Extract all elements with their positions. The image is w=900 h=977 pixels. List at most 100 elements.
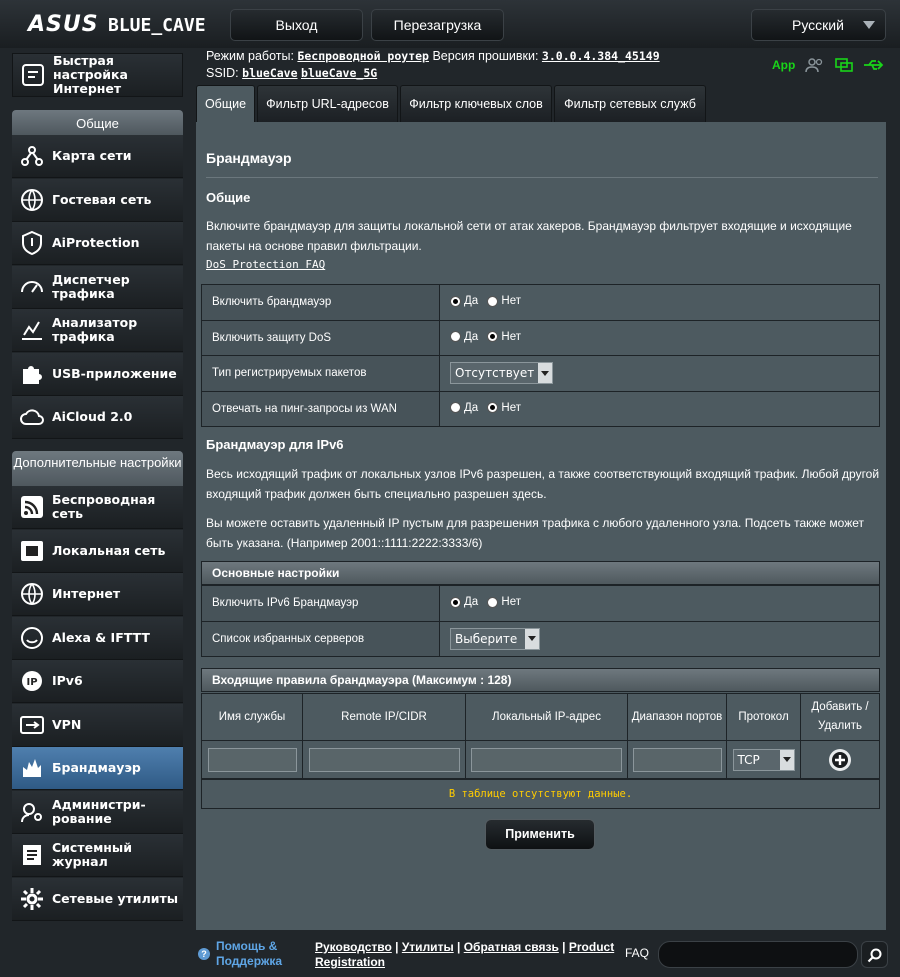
table-row: Тип регистрируемых пакетов Отсутствует bbox=[201, 355, 880, 392]
sidebar-item-firewall[interactable]: Брандмауэр bbox=[12, 747, 183, 790]
internet-status-icon[interactable] bbox=[835, 57, 854, 73]
remote-ip-input[interactable] bbox=[308, 747, 460, 772]
setting-label: Отвечать на пинг-запросы из WAN bbox=[201, 390, 440, 427]
firmware-link[interactable]: 3.0.0.4.384_45149 bbox=[542, 49, 660, 63]
ping-no-radio[interactable]: Нет bbox=[487, 402, 521, 414]
firewall-yes-radio[interactable]: Да bbox=[450, 295, 478, 307]
search-button[interactable] bbox=[861, 941, 888, 968]
status-icons: App bbox=[772, 56, 885, 74]
local-ip-input[interactable] bbox=[471, 747, 622, 772]
favorite-servers-select[interactable]: Выберите bbox=[450, 627, 540, 650]
mode-link[interactable]: Беспроводной роутер bbox=[297, 49, 429, 63]
dos-yes-radio[interactable]: Да bbox=[450, 331, 478, 343]
no-data-message: В таблице отсутствуют данные. bbox=[201, 779, 880, 809]
admin-icon bbox=[12, 790, 52, 833]
ipv6-settings-table: Включить IPv6 Брандмауэр Да Нет Список и… bbox=[201, 585, 880, 657]
sidebar-item-lan[interactable]: Локальная сеть bbox=[12, 529, 183, 573]
setting-label: Тип регистрируемых пакетов bbox=[201, 355, 440, 392]
sidebar-item-gear[interactable]: Сетевые утилиты bbox=[12, 877, 183, 921]
logout-button[interactable]: Выход bbox=[230, 9, 363, 41]
language-value: Русский bbox=[792, 17, 844, 33]
sidebar-item-cloud[interactable]: AiCloud 2.0 bbox=[12, 396, 183, 439]
faq-label: FAQ bbox=[625, 946, 650, 960]
utilities-link[interactable]: Утилиты bbox=[402, 940, 454, 954]
sidebar-item-label: AiCloud 2.0 bbox=[52, 409, 133, 424]
table-row: Включить IPv6 Брандмауэр Да Нет bbox=[201, 585, 880, 622]
help-support[interactable]: ? Помощь & Поддержка bbox=[198, 939, 296, 969]
log-packet-type-select[interactable]: Отсутствует bbox=[450, 362, 554, 385]
tab-keyword-filter[interactable]: Фильтр ключевых слов bbox=[400, 85, 552, 122]
setting-label: Включить IPv6 Брандмауэр bbox=[201, 585, 440, 622]
sidebar-item-globe[interactable]: Гостевая сеть bbox=[12, 178, 183, 222]
sidebar-item-label: Гостевая сеть bbox=[52, 191, 152, 207]
cloud-icon bbox=[12, 396, 52, 439]
sidebar-item-log[interactable]: Системный журнал bbox=[12, 834, 183, 877]
reboot-button[interactable]: Перезагрузка bbox=[371, 9, 504, 41]
usb-icon[interactable] bbox=[863, 58, 885, 72]
setting-label: Включить брандмауэр bbox=[201, 284, 440, 321]
asus-logo: ASUS bbox=[28, 12, 99, 37]
sidebar-item-shield[interactable]: AiProtection bbox=[12, 222, 183, 265]
ssid-link-1[interactable]: blueCave bbox=[242, 66, 297, 80]
chevron-down-icon bbox=[779, 749, 794, 770]
table-row: Включить защиту DoS Да Нет bbox=[201, 319, 880, 356]
dos-faq-link[interactable]: DoS Protection FAQ bbox=[206, 258, 325, 271]
network-map-icon bbox=[12, 135, 52, 178]
apply-button[interactable]: Применить bbox=[485, 819, 595, 850]
help-support-label: Помощь & Поддержка bbox=[216, 939, 283, 968]
sidebar-item-quick-setup[interactable]: Быстрая настройка Интернет bbox=[12, 53, 183, 97]
top-bar: ASUS BLUE_CAVE Выход Перезагрузка Русски… bbox=[0, 0, 900, 48]
sidebar-item-globe[interactable]: Интернет bbox=[12, 573, 183, 616]
sidebar-item-label: AiProtection bbox=[52, 235, 140, 250]
sidebar-item-wifi[interactable]: Беспроводная сеть bbox=[12, 486, 183, 529]
sidebar-item-alexa[interactable]: Alexa & IFTTT bbox=[12, 616, 183, 660]
ssid-link-2[interactable]: blueCave_5G bbox=[301, 66, 377, 80]
sidebar-item-admin[interactable]: Администри-рование bbox=[12, 790, 183, 834]
tab-url-filter[interactable]: Фильтр URL-адресов bbox=[257, 85, 398, 122]
feedback-link[interactable]: Обратная связь bbox=[464, 940, 559, 954]
faq-search-input[interactable] bbox=[658, 941, 858, 968]
dos-no-radio[interactable]: Нет bbox=[487, 331, 521, 343]
sidebar-item-chart[interactable]: Анализатор трафика bbox=[12, 309, 183, 352]
sidebar-item-puzzle[interactable]: USB-приложение bbox=[12, 352, 183, 396]
app-icon[interactable]: App bbox=[772, 58, 795, 72]
ping-yes-radio[interactable]: Да bbox=[450, 402, 478, 414]
table-row: TCP bbox=[201, 740, 880, 779]
firmware-label: Версия прошивки: bbox=[432, 49, 539, 63]
sidebar-item-vpn[interactable]: VPN bbox=[12, 703, 183, 747]
protocol-select[interactable]: TCP bbox=[732, 748, 795, 771]
sidebar-item-label: Интернет bbox=[52, 586, 121, 601]
add-rule-icon[interactable] bbox=[828, 748, 852, 772]
lan-icon bbox=[12, 529, 52, 572]
column-header: Добавить / Удалить bbox=[800, 693, 880, 741]
mode-label: Режим работы: bbox=[206, 49, 294, 63]
sidebar-item-label: Быстрая настройка Интернет bbox=[53, 53, 128, 96]
port-range-input[interactable] bbox=[632, 747, 722, 772]
firewall-no-radio[interactable]: Нет bbox=[487, 295, 521, 307]
ipv6-description-1: Весь исходящий трафик от локальных узлов… bbox=[206, 467, 880, 501]
setting-label: Список избранных серверов bbox=[201, 620, 440, 657]
service-name-input[interactable] bbox=[207, 747, 297, 772]
sidebar-item-network-map[interactable]: Карта сети bbox=[12, 135, 183, 178]
setting-label: Включить защиту DoS bbox=[201, 319, 440, 356]
column-header: Протокол bbox=[726, 693, 801, 741]
ipv6-firewall-no-radio[interactable]: Нет bbox=[487, 596, 521, 608]
shield-icon bbox=[12, 222, 52, 265]
language-select[interactable]: Русский bbox=[751, 9, 886, 41]
general-settings-table: Включить брандмауэр Да Нет Включить защи… bbox=[201, 284, 880, 427]
clients-icon[interactable] bbox=[805, 57, 825, 73]
sidebar-item-ipv6[interactable]: IP IPv6 bbox=[12, 660, 183, 703]
column-header: Имя службы bbox=[201, 693, 303, 741]
sidebar-item-gauge[interactable]: Диспетчер трафика bbox=[12, 265, 183, 309]
sidebar-item-label: VPN bbox=[52, 716, 82, 732]
ipv6-firewall-yes-radio[interactable]: Да bbox=[450, 596, 478, 608]
sidebar-item-label: Локальная сеть bbox=[52, 542, 166, 558]
basic-settings-header: Основные настройки bbox=[201, 561, 880, 585]
tab-general[interactable]: Общие bbox=[196, 85, 255, 122]
ipv6-description-2: Вы можете оставить удаленный IP пустым д… bbox=[206, 516, 865, 550]
manual-link[interactable]: Руководство bbox=[315, 940, 392, 954]
footer-links: Руководство | Утилиты | Обратная связь |… bbox=[315, 940, 615, 969]
firewall-icon bbox=[12, 747, 52, 790]
tab-service-filter[interactable]: Фильтр сетевых служб bbox=[554, 85, 706, 122]
puzzle-icon bbox=[12, 352, 52, 395]
